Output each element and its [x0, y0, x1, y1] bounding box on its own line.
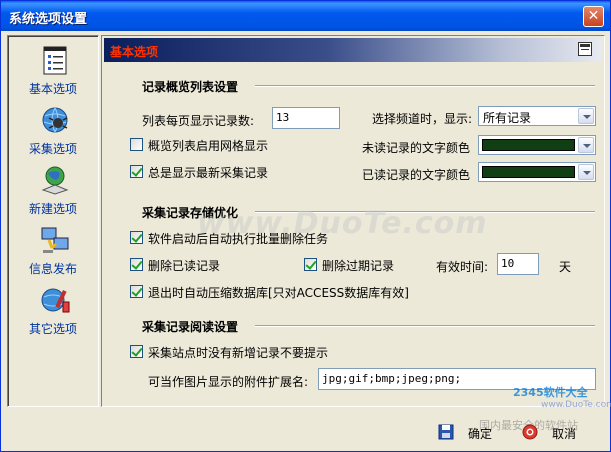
sidebar-item-label: 采集选项 — [28, 142, 77, 156]
valid-time-input[interactable]: 10 — [497, 253, 539, 275]
unread-color-label: 未读记录的文字颜色 — [362, 141, 471, 155]
ext-label: 可当作图片显示的附件扩展名: — [148, 375, 309, 389]
sidebar: 基本选项 采集选项 新建选项 信息发布 其它选项 — [7, 35, 99, 407]
ok-button[interactable]: 确定 — [438, 422, 498, 444]
channel-select[interactable]: 所有记录 — [478, 106, 596, 126]
no-prompt-checkbox[interactable] — [130, 345, 143, 358]
delete-read-checkbox[interactable] — [130, 258, 143, 271]
read-color-label: 已读记录的文字颜色 — [362, 168, 471, 182]
cancel-icon — [522, 424, 538, 440]
sidebar-item-label: 新建选项 — [28, 202, 77, 216]
valid-time-unit: 天 — [559, 260, 572, 274]
panel-title: 基本选项 — [110, 45, 159, 59]
ok-button-label: 确定 — [468, 427, 493, 441]
read-color-swatch — [482, 166, 575, 178]
chevron-down-icon[interactable] — [578, 164, 594, 180]
cancel-button-label: 取消 — [552, 427, 577, 441]
sidebar-item-label: 其它选项 — [28, 322, 77, 336]
read-color-select[interactable] — [478, 162, 596, 182]
chevron-down-icon[interactable] — [578, 137, 594, 153]
window-title: 系统选项设置 — [9, 12, 88, 27]
divider — [255, 85, 595, 87]
sidebar-item-label: 基本选项 — [28, 82, 77, 96]
list-document-icon — [43, 46, 67, 75]
per-page-input[interactable]: 13 — [272, 107, 340, 129]
sidebar-item-collect[interactable]: 采集选项 — [8, 102, 98, 160]
reading-section-title: 采集记录阅读设置 — [142, 320, 239, 334]
divider — [255, 325, 595, 327]
panel-menu-icon[interactable] — [578, 42, 592, 56]
chevron-down-icon[interactable] — [578, 108, 594, 124]
save-disk-icon — [438, 424, 454, 440]
overview-section-title: 记录概览列表设置 — [142, 80, 239, 94]
panel-header: 基本选项 — [104, 38, 602, 62]
globe-tools-icon — [41, 288, 70, 313]
watermark-text: www.DuoTe.com — [197, 206, 488, 241]
globe-network-icon — [41, 166, 69, 195]
watermark-brand: 2345软件大全 — [513, 386, 588, 399]
valid-time-label: 有效时间: — [436, 260, 489, 274]
per-page-label: 列表每页显示记录数: — [142, 114, 255, 128]
batch-delete-checkbox[interactable] — [130, 231, 143, 244]
no-prompt-label: 采集站点时没有新增记录不要提示 — [148, 346, 329, 360]
watermark-site: www.DuoTe.com — [541, 400, 611, 410]
grid-checkbox-label: 概览列表启用网格显示 — [148, 139, 269, 153]
latest-checkbox-label: 总是显示最新采集记录 — [148, 166, 269, 180]
latest-checkbox[interactable] — [130, 165, 143, 178]
unread-color-select[interactable] — [478, 135, 596, 155]
compress-checkbox[interactable] — [130, 285, 143, 298]
channel-select-value: 所有记录 — [483, 111, 532, 125]
sidebar-item-other[interactable]: 其它选项 — [8, 282, 98, 340]
close-button[interactable]: ✕ — [583, 6, 604, 27]
compress-label: 退出时自动压缩数据库[只对ACCESS数据库有效] — [148, 286, 409, 300]
publish-computer-icon — [41, 227, 69, 253]
delete-expired-label: 删除过期记录 — [322, 259, 395, 273]
grid-checkbox[interactable] — [130, 138, 143, 151]
options-dialog: 系统选项设置 ✕ 基本选项 采集选项 新建选项 信息发布 其它选项 基本选项 记… — [0, 0, 611, 452]
sidebar-item-label: 信息发布 — [28, 262, 77, 276]
channel-label: 选择频道时，显示: — [372, 112, 473, 126]
delete-expired-checkbox[interactable] — [304, 258, 317, 271]
sidebar-item-new[interactable]: 新建选项 — [8, 162, 98, 220]
settings-panel: 基本选项 记录概览列表设置 列表每页显示记录数: 13 选择频道时，显示: 所有… — [101, 35, 605, 407]
cancel-button[interactable]: 取消 — [522, 422, 582, 444]
unread-color-swatch — [482, 139, 575, 151]
delete-read-label: 删除已读记录 — [148, 259, 221, 273]
sidebar-item-publish[interactable]: 信息发布 — [8, 222, 98, 280]
sidebar-item-basic[interactable]: 基本选项 — [8, 42, 98, 100]
globe-spider-icon — [42, 107, 68, 133]
title-bar[interactable]: 系统选项设置 ✕ — [1, 1, 610, 31]
